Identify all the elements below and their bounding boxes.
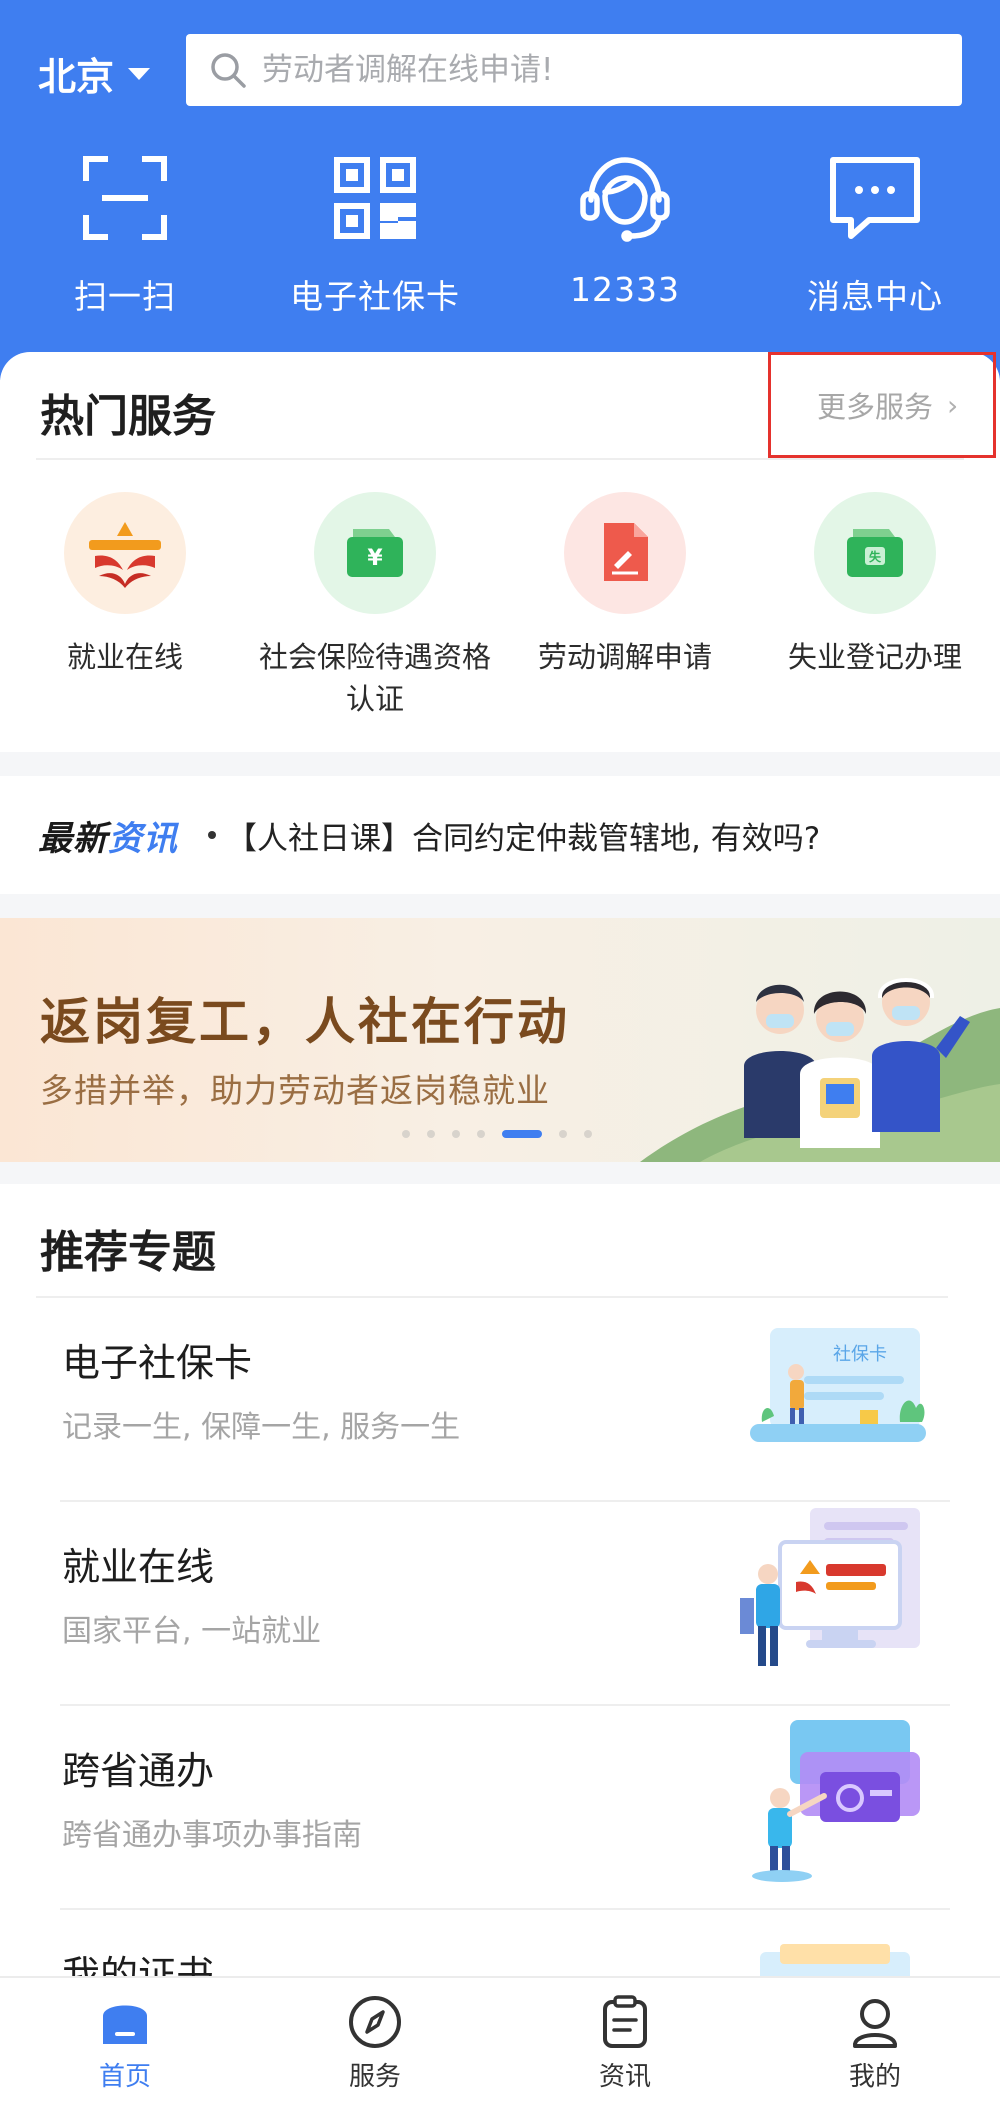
banner-subtitle: 多措并举，助力劳动者返岗稳就业 (40, 1071, 550, 1110)
tab-home[interactable]: 首页 (0, 1978, 250, 2116)
qrcode-icon (327, 150, 423, 246)
more-services-label: 更多服务 (817, 390, 934, 424)
topic-subtitle: 记录一生, 保障一生, 服务一生 (62, 1410, 461, 1445)
tab-label: 资讯 (598, 2062, 651, 2092)
bullet-icon (208, 831, 216, 839)
carousel-dot[interactable] (477, 1130, 485, 1138)
quick-action-label: 12333 (570, 270, 680, 309)
user-icon (853, 1999, 897, 2048)
banner-title: 返岗复工，人社在行动 (40, 993, 570, 1051)
news-headline[interactable]: 【人社日课】合同约定仲裁管辖地, 有效吗? (226, 813, 820, 858)
carousel-dot[interactable] (452, 1130, 460, 1138)
topic-title: 电子社保卡 (62, 1341, 253, 1385)
city-selector[interactable]: 北京 (38, 46, 151, 101)
service-label: 失业登记办理 (787, 640, 962, 674)
tab-label: 我的 (848, 2062, 901, 2092)
news-logo: 最新资讯 (38, 811, 178, 860)
unemployment-wallet-icon: 失 (814, 492, 936, 614)
header: 北京 扫一扫 (0, 0, 1000, 380)
carousel-indicator[interactable] (402, 1130, 609, 1138)
employment-online-illustration (740, 1508, 920, 1666)
search-input[interactable] (262, 52, 902, 88)
service-label: 就业在线 (66, 640, 183, 674)
city-label: 北京 (38, 55, 115, 99)
service-unemployment-registration[interactable]: 失 失业登记办理 (750, 492, 1000, 720)
news-logo-part2: 资讯 (108, 818, 178, 859)
search-icon (211, 53, 246, 88)
topic-electronic-social-card[interactable]: 电子社保卡 记录一生, 保障一生, 服务一生 社保卡 (60, 1298, 950, 1502)
recommended-topics: 推荐专题 电子社保卡 记录一生, 保障一生, 服务一生 社保卡 就业在线 国家平… (0, 1184, 1000, 1998)
topic-cross-province[interactable]: 跨省通办 跨省通办事项办事指南 (60, 1706, 950, 1910)
bottom-tab-bar: 首页 服务 资讯 我的 (0, 1976, 1000, 2116)
svg-text:¥: ¥ (367, 546, 383, 571)
carousel-dot[interactable] (584, 1130, 592, 1138)
quick-action-hotline[interactable]: 12333 (500, 150, 750, 318)
document-edit-icon (564, 492, 686, 614)
clipboard-icon (603, 1995, 647, 2048)
service-labor-mediation[interactable]: 劳动调解申请 (500, 492, 750, 720)
service-label: 劳动调解申请 (537, 640, 712, 674)
search-bar[interactable] (186, 34, 962, 106)
banner-illustration (640, 978, 1000, 1162)
home-icon (103, 2005, 147, 2044)
quick-action-social-card[interactable]: 电子社保卡 (250, 150, 500, 318)
more-services-button[interactable]: 更多服务 › (768, 352, 996, 458)
quick-action-label: 消息中心 (807, 277, 943, 316)
social-card-illustration: 社保卡 (750, 1328, 926, 1442)
tab-profile[interactable]: 我的 (750, 1978, 1000, 2116)
employment-logo-icon (64, 492, 186, 614)
carousel-dot[interactable] (402, 1130, 410, 1138)
caret-down-icon (128, 67, 151, 80)
news-logo-part1: 最新 (38, 818, 108, 859)
topic-employment-online[interactable]: 就业在线 国家平台, 一站就业 (60, 1502, 950, 1706)
promo-banner[interactable]: 返岗复工，人社在行动 多措并举，助力劳动者返岗稳就业 (0, 918, 1000, 1162)
message-icon (827, 150, 923, 246)
scan-icon (77, 150, 173, 246)
quick-action-label: 扫一扫 (74, 277, 176, 316)
tab-services[interactable]: 服务 (250, 1978, 500, 2116)
social-card-art-text: 社保卡 (833, 1344, 887, 1365)
hot-services-card: 热门服务 更多服务 › 就业在线 ¥ 社会保险待遇资格认证 劳动调解申请 失 失… (0, 352, 1000, 752)
service-employment-online[interactable]: 就业在线 (0, 492, 250, 720)
topic-title: 跨省通办 (62, 1749, 215, 1793)
service-grid: 就业在线 ¥ 社会保险待遇资格认证 劳动调解申请 失 失业登记办理 (0, 492, 1000, 720)
tab-news[interactable]: 资讯 (500, 1978, 750, 2116)
topic-title: 就业在线 (62, 1545, 215, 1589)
service-insurance-certification[interactable]: ¥ 社会保险待遇资格认证 (250, 492, 500, 720)
service-label: 社会保险待遇资格认证 (258, 640, 491, 716)
compass-icon (349, 1996, 401, 2048)
tab-label: 服务 (348, 2062, 401, 2092)
quick-action-scan[interactable]: 扫一扫 (0, 150, 250, 318)
quick-action-messages[interactable]: 消息中心 (750, 150, 1000, 318)
section-title: 推荐专题 (40, 1227, 216, 1278)
topic-subtitle: 国家平台, 一站就业 (62, 1614, 322, 1649)
chevron-right-icon: › (947, 388, 959, 422)
topic-subtitle: 跨省通办事项办事指南 (62, 1818, 362, 1853)
tab-label: 首页 (98, 2062, 151, 2092)
carousel-dot-active[interactable] (502, 1130, 542, 1138)
svg-text:失: 失 (869, 549, 882, 564)
quick-action-label: 电子社保卡 (290, 277, 460, 316)
customer-service-icon (577, 150, 673, 246)
wallet-icon: ¥ (314, 492, 436, 614)
section-title: 热门服务 (40, 391, 216, 442)
carousel-dot[interactable] (559, 1130, 567, 1138)
divider (36, 458, 964, 460)
news-ticker[interactable]: 最新资讯 【人社日课】合同约定仲裁管辖地, 有效吗? (0, 776, 1000, 894)
carousel-dot[interactable] (427, 1130, 435, 1138)
cross-province-illustration (752, 1720, 920, 1882)
quick-actions: 扫一扫 电子社保卡 12333 消息中心 (0, 150, 1000, 318)
